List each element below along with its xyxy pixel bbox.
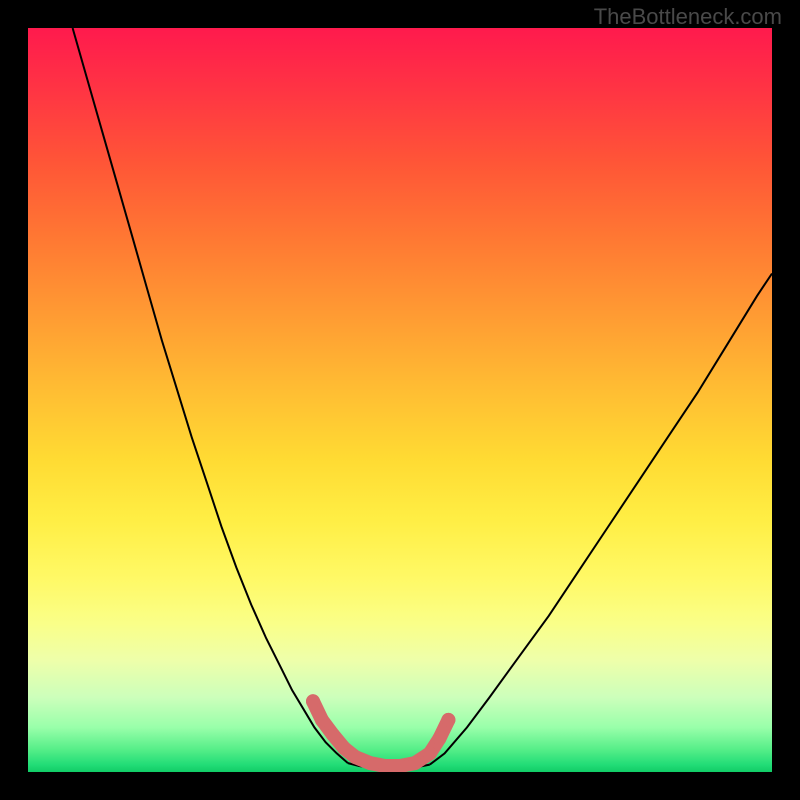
highlight-dot (432, 732, 446, 746)
highlight-dot (348, 750, 362, 764)
highlight-dot (306, 694, 320, 708)
highlight-dot (441, 713, 455, 727)
line-left-curve (73, 28, 348, 763)
chart-frame: TheBottleneck.com (0, 0, 800, 800)
highlight-dot (315, 713, 329, 727)
plot-area (28, 28, 772, 772)
highlight-dot (326, 728, 340, 742)
line-right-curve (430, 274, 772, 765)
chart-svg (28, 28, 772, 772)
watermark-text: TheBottleneck.com (594, 4, 782, 30)
highlight-dot (408, 756, 422, 770)
highlight-dot (337, 741, 351, 755)
highlight-dot (423, 746, 437, 760)
highlight-dot (363, 756, 377, 770)
